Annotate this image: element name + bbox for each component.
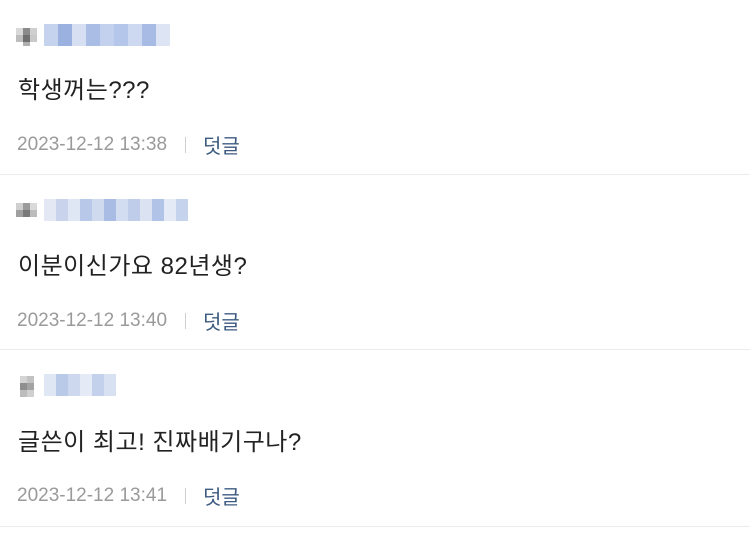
meta-divider [185,312,187,329]
comment-author[interactable] [16,195,188,225]
comment-item: 학생꺼는??? 2023-12-12 13:38 덧글 [0,0,750,175]
comment-meta: 2023-12-12 13:40 덧글 [17,306,240,335]
author-nickname-blurred [44,198,188,222]
comment-timestamp: 2023-12-12 13:38 [17,133,168,155]
comment-text: 학생꺼는??? [18,77,150,104]
avatar [16,199,38,221]
comment-meta: 2023-12-12 13:38 덧글 [17,130,240,159]
comment-author[interactable] [16,20,170,50]
meta-divider [185,487,187,504]
comment-text: 이분이신가요 82년생? [18,253,248,280]
comment-list: 학생꺼는??? 2023-12-12 13:38 덧글 이분이신가요 82년생?… [0,0,750,538]
comment-timestamp: 2023-12-12 13:41 [17,484,168,506]
comment-text: 글쓴이 최고! 진짜배기구나? [18,429,302,456]
author-nickname-blurred [44,373,116,397]
comment-item: 이분이신가요 82년생? 2023-12-12 13:40 덧글 [0,175,750,350]
reply-button[interactable]: 덧글 [203,481,240,510]
comment-author[interactable] [16,370,116,400]
avatar [16,374,38,397]
meta-divider [185,136,187,153]
reply-button[interactable]: 덧글 [203,130,240,159]
reply-button[interactable]: 덧글 [203,306,240,335]
comment-timestamp: 2023-12-12 13:40 [17,309,168,331]
comment-meta: 2023-12-12 13:41 덧글 [17,481,240,510]
avatar [16,24,38,46]
author-nickname-blurred [44,23,170,47]
comment-item: 글쓴이 최고! 진짜배기구나? 2023-12-12 13:41 덧글 [0,350,750,527]
